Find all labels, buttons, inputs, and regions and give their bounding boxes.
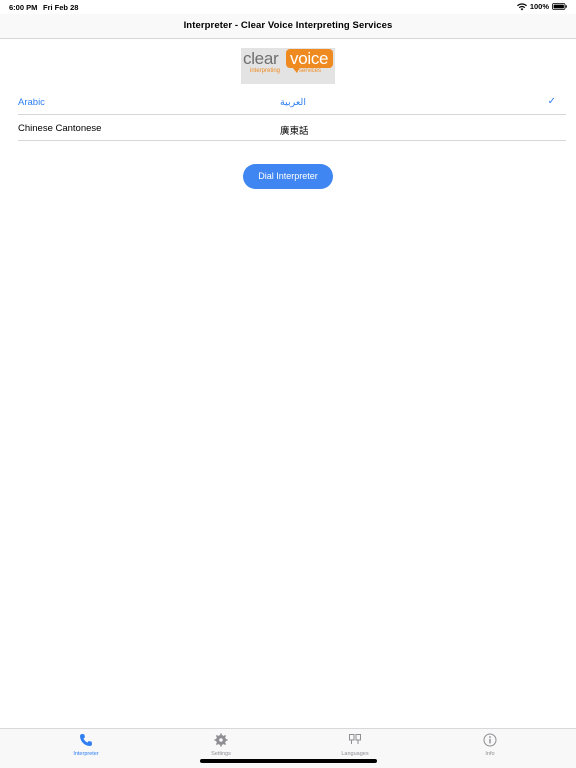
status-date: Fri Feb 28 [43, 3, 79, 12]
checkmark-icon: ✓ [547, 96, 556, 107]
language-name: Arabic [18, 97, 45, 108]
clear-voice-logo: clear voice interpreting services [241, 48, 335, 84]
language-native-name: 廣東話 [280, 126, 309, 137]
tab-label: Languages [341, 751, 369, 757]
battery-percent: 100% [529, 2, 549, 11]
logo-speech-bubble: voice [286, 49, 333, 73]
wifi-icon [516, 2, 527, 11]
status-indicators: 100% [516, 2, 567, 11]
quote-icon [315, 733, 395, 748]
gear-icon [181, 733, 261, 748]
info-icon [450, 733, 530, 748]
tab-info[interactable]: Info [450, 733, 530, 757]
page-title: Interpreter - Clear Voice Interpreting S… [183, 20, 393, 31]
tab-settings[interactable]: Settings [181, 733, 261, 757]
logo-word-voice: voice [290, 49, 329, 68]
phone-icon [46, 733, 126, 748]
navigation-bar: Interpreter - Clear Voice Interpreting S… [0, 14, 576, 39]
status-time: 6:00 PM [9, 3, 38, 12]
tab-label: Info [485, 751, 495, 757]
dial-interpreter-button[interactable]: Dial Interpreter [243, 164, 333, 189]
app-screen: 6:00 PM Fri Feb 28 100% Interpreter - Cl… [0, 0, 576, 768]
language-row-arabic[interactable]: Arabic العربية ✓ [18, 89, 566, 115]
logo-subtitle-interpreting: interpreting [250, 68, 281, 74]
tab-languages[interactable]: Languages [315, 733, 395, 757]
language-list: Arabic العربية ✓ Chinese Cantonese 廣東話 [18, 89, 566, 141]
language-native-name: العربية [280, 97, 306, 108]
tab-label: Settings [211, 751, 231, 757]
battery-icon [552, 3, 567, 10]
tab-label: Interpreter [73, 751, 99, 757]
home-indicator[interactable] [200, 759, 377, 763]
logo-subtitle-services: services [299, 68, 322, 74]
tab-interpreter[interactable]: Interpreter [46, 733, 126, 757]
logo-word-clear: clear [243, 49, 279, 68]
language-row-chinese-cantonese[interactable]: Chinese Cantonese 廣東話 [18, 115, 566, 141]
status-bar: 6:00 PM Fri Feb 28 100% [0, 0, 576, 14]
language-name: Chinese Cantonese [18, 123, 102, 134]
